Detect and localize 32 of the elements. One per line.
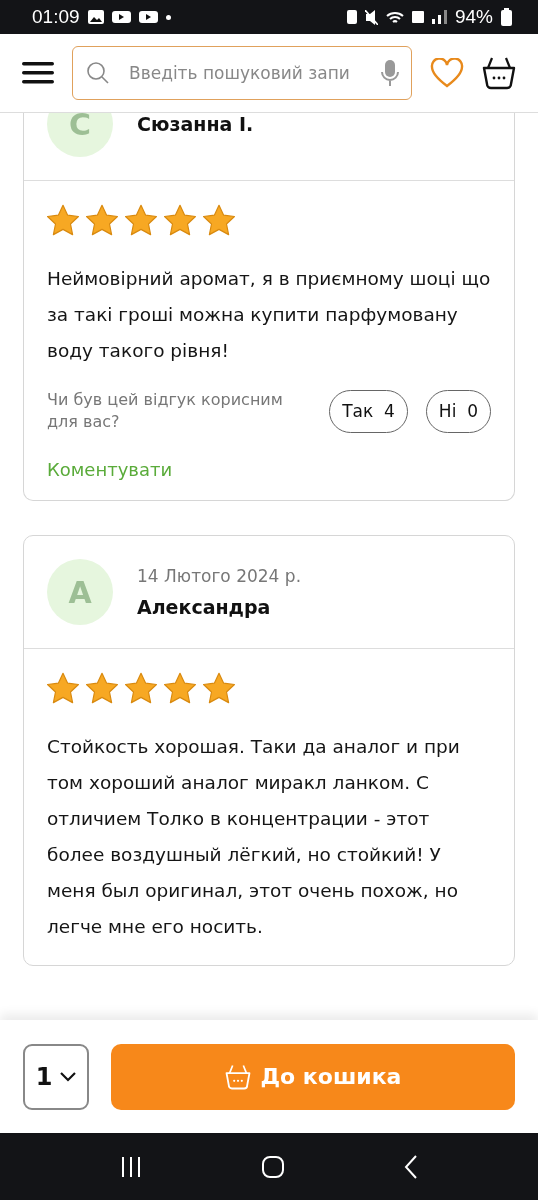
mute-icon [364, 9, 378, 25]
play-icon [111, 11, 131, 23]
battery-level: 94% [454, 6, 493, 28]
recent-apps-icon[interactable] [119, 1155, 142, 1178]
status-time: 01:09 [32, 6, 80, 28]
no-vote-button[interactable]: Ні 0 [425, 389, 491, 433]
heart-icon[interactable] [430, 58, 464, 88]
basket-icon[interactable] [482, 56, 516, 90]
review-date: 14 Лютого 2024 р. [137, 566, 302, 586]
avatar: С [47, 113, 113, 157]
yes-vote-button[interactable]: Так 4 [329, 389, 408, 433]
chevron-down-icon [60, 1071, 77, 1082]
menu-icon[interactable] [22, 62, 54, 84]
reviewer-name: Александра [137, 596, 272, 618]
back-icon[interactable] [404, 1154, 419, 1179]
quantity-select[interactable]: 1 [23, 1043, 89, 1110]
search-icon [86, 61, 110, 85]
reviewer-name: Сюзанна І. [137, 113, 254, 135]
microphone-icon[interactable] [380, 60, 400, 86]
dot-icon [165, 14, 171, 20]
search-field[interactable]: Введіть пошуковий запи [72, 46, 412, 100]
home-icon[interactable] [261, 1154, 285, 1179]
signal-icon [431, 10, 447, 24]
helpful-question: Чи був цей відгук корисним для вас? [47, 389, 284, 433]
play-icon [138, 11, 158, 23]
review-text: Стойкость хорошая. Таки да аналог и при том хороший аналог миракл ланком. С отличием Толко в концентрации - этот более воздушный лёгкий, но стойкий! У меня был оригинал, этот очень похож, но легче мне его носить. [47, 735, 461, 939]
wifi-icon [385, 11, 404, 23]
image-icon [87, 10, 104, 24]
basket-icon [224, 1063, 251, 1090]
review-text: Неймовірний аромат, я в приємному шоці що за такі гроші можна купити парфумовану воду такого рівня! [47, 267, 491, 363]
battery-icon [501, 8, 512, 26]
avatar: А [47, 559, 113, 625]
